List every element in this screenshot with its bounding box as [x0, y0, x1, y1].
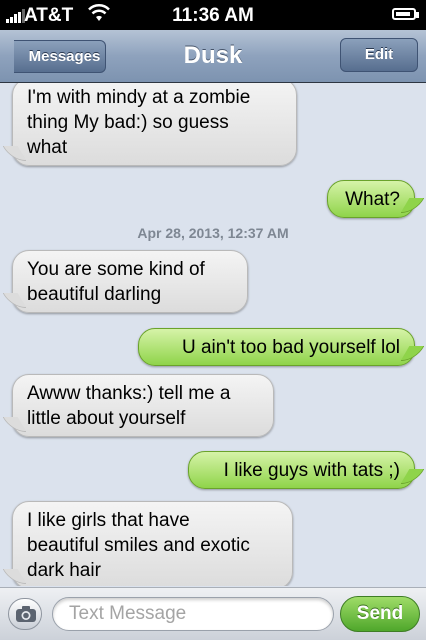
battery-icon: [392, 8, 419, 20]
message-incoming[interactable]: I'm with mindy at a zombie thing My bad:…: [12, 83, 297, 166]
message-incoming[interactable]: You are some kind of beautiful darling: [12, 250, 248, 313]
message-line: dark hair: [27, 560, 101, 581]
send-button[interactable]: Send: [340, 596, 420, 632]
message-line: what: [27, 137, 68, 158]
message-line: thing My bad:) so guess: [27, 112, 229, 133]
camera-button[interactable]: [8, 598, 42, 630]
navigation-bar: Dusk Messages Edit: [0, 30, 426, 83]
message-line: beautiful smiles and exotic: [27, 535, 250, 556]
message-line: U ain't too bad yourself lol: [181, 337, 400, 358]
message-outgoing[interactable]: I like guys with tats ;): [188, 451, 415, 489]
message-line: You are some kind of: [27, 259, 205, 280]
message-line: beautiful darling: [27, 284, 162, 305]
timestamp: Apr 28, 2013, 12:37 AM: [137, 225, 289, 241]
message-outgoing[interactable]: U ain't too bad yourself lol: [138, 328, 415, 366]
message-incoming[interactable]: I like girls that have beautiful smiles …: [12, 501, 293, 586]
clock: 11:36 AM: [172, 5, 254, 26]
message-line: I like guys with tats ;): [223, 460, 400, 481]
status-bar: AT&T 11:36 AM: [0, 0, 426, 30]
message-line: Awww thanks:) tell me a: [27, 383, 231, 404]
message-thread[interactable]: I'm with mindy at a zombie thing My bad:…: [0, 83, 426, 586]
message-outgoing[interactable]: What?: [327, 180, 415, 218]
camera-icon: [16, 606, 36, 622]
compose-bar: Text Message Send: [0, 587, 426, 640]
message-line: I like girls that have: [27, 510, 190, 531]
message-input[interactable]: Text Message: [52, 597, 334, 631]
back-button[interactable]: Messages: [14, 40, 106, 73]
message-line: What?: [345, 189, 400, 210]
edit-button[interactable]: Edit: [340, 38, 418, 72]
message-line: little about yourself: [27, 408, 186, 429]
message-incoming[interactable]: Awww thanks:) tell me a little about you…: [12, 374, 274, 437]
message-line: I'm with mindy at a zombie: [27, 87, 251, 108]
